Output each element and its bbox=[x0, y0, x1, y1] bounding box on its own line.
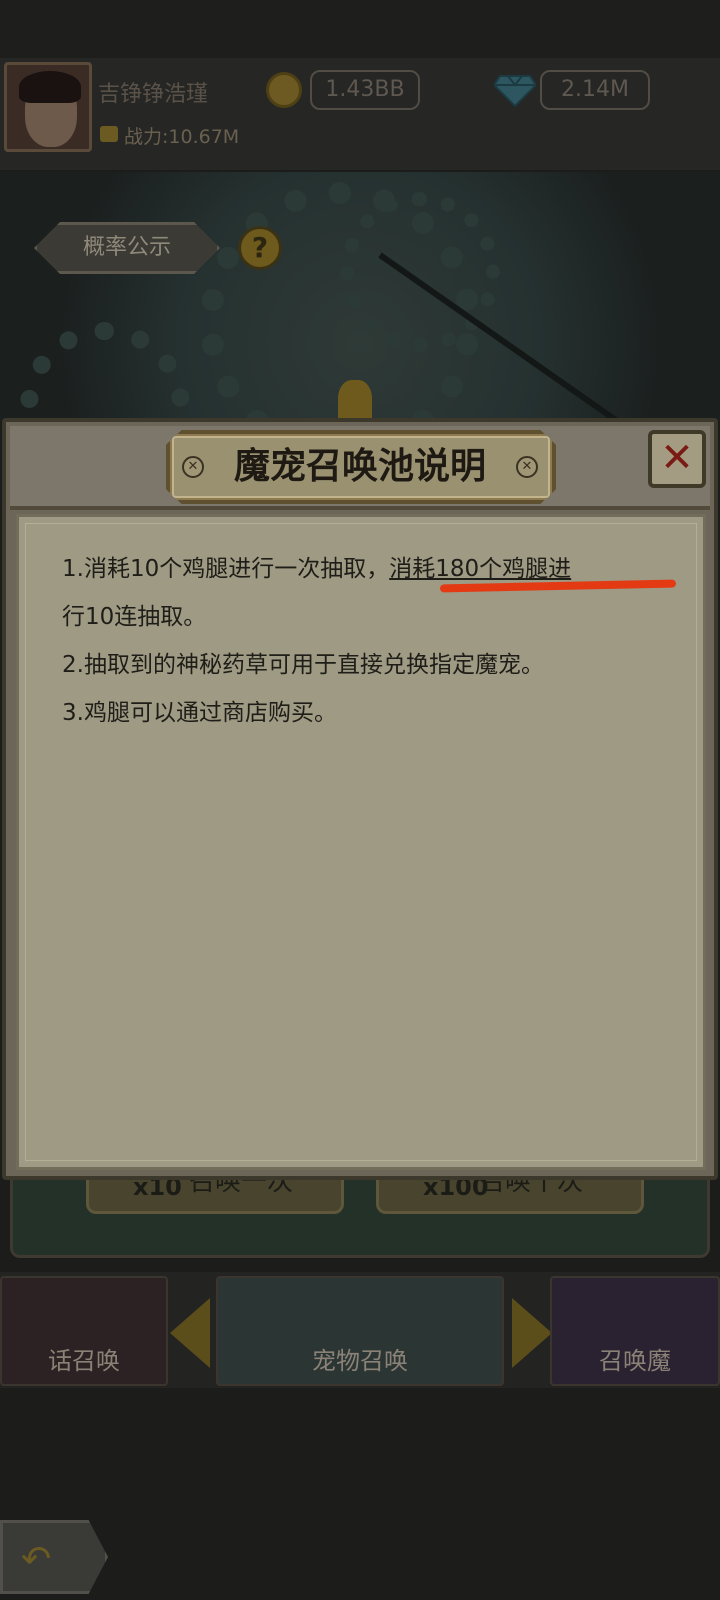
tab-fairy-summon[interactable]: 话召唤 bbox=[0, 1276, 168, 1386]
tab-label: 话召唤 bbox=[48, 1347, 120, 1375]
rule-line-1-highlight: 消耗180个鸡腿进 bbox=[389, 556, 572, 582]
player-avatar[interactable] bbox=[4, 62, 92, 152]
rule-line-2: 2.抽取到的神秘药草可用于直接兑换指定魔宠。 bbox=[62, 652, 544, 678]
info-dialog bbox=[2, 418, 718, 1180]
screw-icon: ✕ bbox=[516, 456, 538, 478]
diamond-icon bbox=[494, 75, 536, 108]
summon-scene bbox=[0, 172, 720, 422]
help-icon[interactable]: ? bbox=[238, 226, 282, 270]
player-name: 吉铮铮浩瑾 bbox=[98, 82, 209, 107]
gear-decoration bbox=[340, 192, 500, 352]
crystal-decoration bbox=[338, 380, 372, 422]
probability-button[interactable]: 概率公示 bbox=[34, 222, 220, 274]
dialog-title: 魔宠召唤池说明 bbox=[233, 446, 486, 487]
gold-amount[interactable]: 1.43BB bbox=[310, 70, 420, 110]
gem-amount[interactable]: 2.14M bbox=[540, 70, 650, 110]
tab-pet-summon[interactable]: 宠物召唤 bbox=[216, 1276, 504, 1386]
power-icon bbox=[100, 126, 118, 142]
rule-line-1-continued: 行10连抽取。 bbox=[62, 604, 207, 630]
gold-coin-icon bbox=[266, 72, 302, 108]
tab-demon-summon[interactable]: 召唤魔 bbox=[550, 1276, 720, 1386]
screw-icon: ✕ bbox=[182, 456, 204, 478]
rule-line-3: 3.鸡腿可以通过商店购买。 bbox=[62, 700, 337, 726]
tab-label: 召唤魔 bbox=[599, 1347, 671, 1375]
back-arrow-icon: ↶ bbox=[21, 1539, 52, 1580]
tab-label: 宠物召唤 bbox=[312, 1347, 408, 1375]
close-button[interactable]: ✕ bbox=[648, 430, 706, 488]
back-button[interactable]: ↶ bbox=[0, 1520, 108, 1594]
rule-line-1-text: 1.消耗10个鸡腿进行一次抽取， bbox=[62, 556, 390, 582]
gear-decoration bbox=[20, 322, 190, 422]
status-strip bbox=[0, 0, 720, 58]
avatar-hair bbox=[19, 71, 81, 103]
power-label: 战力:10.67M bbox=[124, 126, 240, 148]
